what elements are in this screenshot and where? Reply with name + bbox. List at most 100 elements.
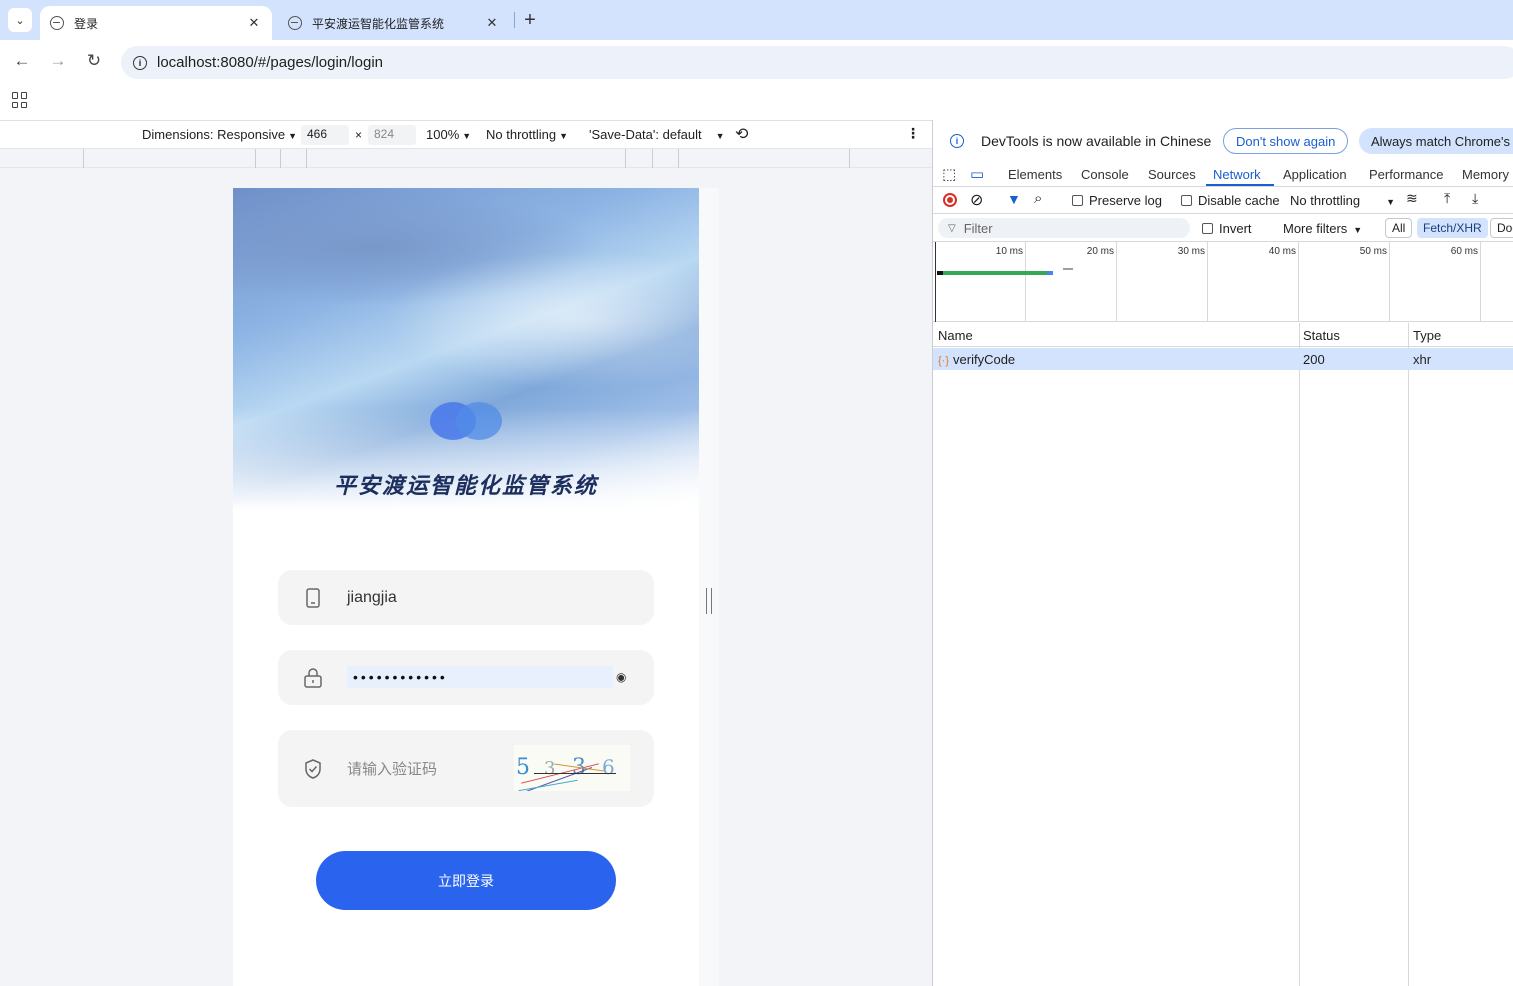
rotate-icon[interactable]: ⟲ xyxy=(735,124,748,144)
shield-icon xyxy=(305,758,321,779)
media-query-ruler xyxy=(0,148,932,168)
dimensions-dropdown[interactable]: Dimensions: Responsive ▼ xyxy=(142,127,297,142)
tab-login[interactable]: 登录 ✕ xyxy=(40,6,272,40)
device-toolbar: Dimensions: Responsive ▼ 466 × 824 100% ▼ … xyxy=(0,120,932,148)
tab-console[interactable]: Console xyxy=(1081,167,1129,182)
filter-input[interactable]: ▽ Filter xyxy=(938,218,1190,238)
tab-system[interactable]: 平安渡运智能化监管系统 ✕ xyxy=(278,6,510,40)
forward-icon[interactable]: → xyxy=(47,51,69,71)
network-conditions-icon[interactable]: ≋ xyxy=(1406,190,1418,207)
app-logo xyxy=(430,402,502,440)
preserve-log-checkbox[interactable]: Preserve log xyxy=(1072,193,1162,208)
zoom-dropdown[interactable]: 100% ▼ xyxy=(426,127,471,142)
inspect-element-icon[interactable]: ⬚ xyxy=(942,165,956,183)
timeline-label: 40 ms xyxy=(1268,246,1296,257)
globe-icon xyxy=(50,16,64,30)
timeline-request-bar xyxy=(937,271,1049,275)
filter-all-chip[interactable]: All xyxy=(1385,218,1413,238)
request-type: xhr xyxy=(1413,352,1432,367)
back-icon[interactable]: ← xyxy=(11,51,33,71)
tab-performance[interactable]: Performance xyxy=(1369,167,1443,182)
tab-strip: ⌄ 登录 ✕ 平安渡运智能化监管系统 ✕ + xyxy=(0,0,1513,40)
page-title: 平安渡运智能化监管系统 xyxy=(333,473,598,498)
tab-elements[interactable]: Elements xyxy=(1008,167,1062,182)
tab-search-button[interactable]: ⌄ xyxy=(8,8,32,32)
username-value: jiangjia xyxy=(347,588,397,606)
tab-separator xyxy=(514,12,515,28)
tab-application[interactable]: Application xyxy=(1283,167,1347,182)
captcha-image[interactable]: 5 3 3 6 xyxy=(514,745,630,791)
request-name: {·} verifyCode xyxy=(938,352,1016,367)
reload-icon[interactable]: ↻ xyxy=(83,51,105,71)
save-data-dropdown[interactable]: 'Save-Data': default ▼ xyxy=(589,127,725,142)
record-icon[interactable] xyxy=(943,193,957,207)
tab-memory[interactable]: Memory xyxy=(1462,167,1509,182)
device-toggle-icon[interactable]: ▭ xyxy=(970,165,984,183)
filter-row: ▽ Filter Invert More filters ▼ All Fetch/… xyxy=(933,214,1513,242)
devtools-panel: i DevTools is now available in Chinese D… xyxy=(932,120,1513,986)
times-icon: × xyxy=(355,128,363,142)
clear-icon[interactable]: ⊘ xyxy=(970,190,983,210)
captcha-field[interactable]: 请输入验证码 5 3 3 6 xyxy=(278,730,654,807)
xhr-icon: {·} xyxy=(938,355,950,367)
network-toolbar: ⊘ ▼ ⌕ Preserve log Disable cache No thro… xyxy=(933,187,1513,214)
network-overview[interactable]: 10 ms 20 ms 30 ms 40 ms 50 ms 60 ms xyxy=(933,242,1513,322)
header-name[interactable]: Name xyxy=(938,328,973,343)
info-icon: i xyxy=(950,134,964,148)
disable-cache-checkbox[interactable]: Disable cache xyxy=(1181,193,1280,208)
table-header: Name Status Type xyxy=(933,323,1513,347)
mobile-viewport: 平安渡运智能化监管系统 jiangjia •••••••••••• ◉ 请输入验… xyxy=(233,188,699,986)
password-input[interactable]: •••••••••••• xyxy=(347,666,613,688)
eye-off-icon[interactable]: ◉ xyxy=(616,670,626,684)
apps-grid-icon[interactable] xyxy=(12,92,28,108)
more-options-icon[interactable]: ⋮ xyxy=(906,125,920,142)
filter-icon[interactable]: ▼ xyxy=(1007,191,1021,207)
request-status: 200 xyxy=(1303,352,1325,367)
search-icon[interactable]: ⌕ xyxy=(1034,190,1042,207)
requests-table: Name Status Type {·} verifyCode 200 xhr xyxy=(933,323,1513,986)
timeline-label: 30 ms xyxy=(1177,246,1205,257)
captcha-input[interactable]: 请输入验证码 xyxy=(347,758,437,779)
invert-checkbox[interactable]: Invert xyxy=(1202,221,1252,236)
filter-fetch-xhr-chip[interactable]: Fetch/XHR xyxy=(1417,218,1488,238)
new-tab-button[interactable]: + xyxy=(520,9,540,31)
tab-title: 平安渡运智能化监管系统 xyxy=(312,16,445,31)
browser-toolbar: ← → ↻ i localhost:8080/#/pages/login/log… xyxy=(0,40,1513,85)
network-throttling-dropdown[interactable]: No throttling ▼ xyxy=(1290,193,1395,208)
header-status[interactable]: Status xyxy=(1303,328,1340,343)
login-button[interactable]: 立即登录 xyxy=(316,851,616,910)
more-filters-dropdown[interactable]: More filters ▼ xyxy=(1283,221,1362,236)
tab-network[interactable]: Network xyxy=(1213,167,1261,182)
close-icon[interactable]: ✕ xyxy=(246,15,262,31)
viewport-resize-handle[interactable] xyxy=(706,588,712,614)
active-tab-indicator xyxy=(1206,184,1274,186)
download-icon[interactable]: ⤓ xyxy=(1472,190,1478,207)
filter-funnel-icon: ▽ xyxy=(948,222,956,234)
language-infobar: i DevTools is now available in Chinese D… xyxy=(933,120,1513,160)
bookmarks-bar xyxy=(0,85,1513,120)
timeline-label: 20 ms xyxy=(1086,246,1114,257)
devtools-tabs: ⬚ ▭ Elements Console Sources Network App… xyxy=(933,160,1513,187)
height-input[interactable]: 824 xyxy=(368,125,416,145)
always-match-button[interactable]: Always match Chrome's language xyxy=(1359,128,1513,154)
tab-sources[interactable]: Sources xyxy=(1148,167,1196,182)
site-info-icon[interactable]: i xyxy=(133,55,147,70)
timeline-label: 10 ms xyxy=(995,246,1023,257)
username-field[interactable]: jiangjia xyxy=(278,570,654,625)
header-type[interactable]: Type xyxy=(1413,328,1441,343)
phone-icon xyxy=(306,587,320,608)
infobar-message: DevTools is now available in Chinese xyxy=(981,133,1212,149)
timeline-label: 50 ms xyxy=(1359,246,1387,257)
width-input[interactable]: 466 xyxy=(301,125,349,145)
password-field[interactable]: •••••••••••• ◉ xyxy=(278,650,654,705)
throttling-dropdown[interactable]: No throttling ▼ xyxy=(486,127,568,142)
lock-icon xyxy=(304,667,322,688)
table-row[interactable]: {·} verifyCode 200 xhr xyxy=(933,348,1513,370)
timeline-label: 60 ms xyxy=(1450,246,1478,257)
address-bar[interactable]: i localhost:8080/#/pages/login/login xyxy=(121,46,1513,79)
globe-icon xyxy=(288,16,302,30)
close-icon[interactable]: ✕ xyxy=(484,15,500,31)
upload-icon[interactable]: ⤒ xyxy=(1444,190,1450,207)
dont-show-again-button[interactable]: Don't show again xyxy=(1223,128,1349,154)
filter-doc-chip[interactable]: Doc xyxy=(1490,218,1513,238)
